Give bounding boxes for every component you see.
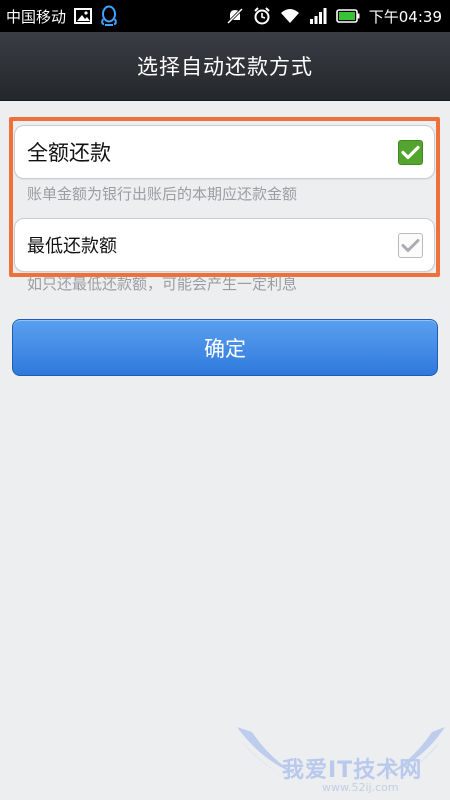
- battery-icon: [335, 9, 360, 23]
- option-minimum-repayment-label: 最低还款额: [27, 236, 117, 257]
- qq-icon: [100, 5, 118, 27]
- signal-icon: [309, 8, 327, 24]
- checkmark-icon: [401, 145, 420, 159]
- option-minimum-repayment[interactable]: 最低还款额: [14, 218, 435, 272]
- watermark-url: www.52ij.com: [322, 781, 399, 794]
- option-minimum-repayment-description: 如只还最低还款额，可能会产生一定利息: [27, 275, 298, 293]
- full-repayment-checkbox[interactable]: [398, 139, 423, 165]
- checkmark-icon: [401, 238, 420, 252]
- image-icon: [74, 8, 93, 24]
- status-bar: 中国移动 下午04:39: [0, 0, 450, 32]
- title-bar: 选择自动还款方式: [0, 32, 450, 101]
- option-full-repayment[interactable]: 全额还款: [14, 125, 435, 179]
- watermark-text: 我爱IT技术网: [282, 758, 423, 783]
- carrier-label: 中国移动: [6, 7, 67, 26]
- clock-label: 下午04:39: [368, 7, 442, 26]
- mute-icon: [226, 7, 244, 25]
- minimum-repayment-checkbox[interactable]: [398, 232, 423, 258]
- option-full-repayment-description: 账单金额为银行出账后的本期应还款金额: [27, 185, 298, 203]
- page-title: 选择自动还款方式: [137, 55, 313, 79]
- wifi-icon: [280, 8, 300, 24]
- alarm-icon: [253, 7, 271, 25]
- option-full-repayment-label: 全额还款: [27, 141, 111, 165]
- confirm-button[interactable]: 确定: [12, 319, 438, 376]
